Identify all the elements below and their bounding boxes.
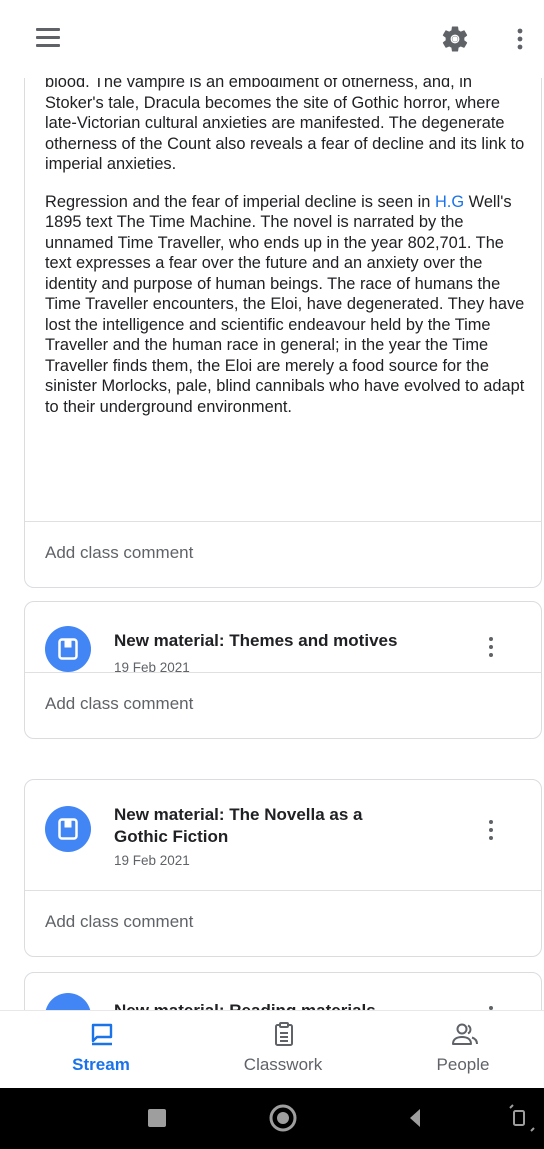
material-more-icon[interactable] — [487, 820, 495, 844]
tab-classwork-label: Classwork — [243, 1055, 323, 1074]
add-class-comment-label: Add class comment — [45, 543, 194, 562]
add-class-comment[interactable]: Add class comment — [25, 890, 541, 956]
material-card[interactable]: New material: Reading materials — [24, 972, 542, 1010]
material-more-icon[interactable] — [487, 637, 495, 661]
material-title: New material: Reading materials — [114, 1000, 454, 1010]
classwork-icon — [275, 1022, 293, 1046]
announcement-card: blood. The vampire is an embodiment of o… — [24, 0, 542, 588]
stream-icon — [91, 1023, 113, 1046]
material-card[interactable]: New material: Themes and motives 19 Feb … — [24, 601, 542, 739]
material-icon — [45, 806, 91, 852]
post-body: blood. The vampire is an embodiment of o… — [45, 72, 529, 434]
post-paragraph: blood. The vampire is an embodiment of o… — [45, 73, 525, 173]
recents-icon — [148, 1109, 166, 1127]
post-paragraph: Regression and the fear of imperial decl… — [45, 192, 529, 418]
people-icon — [452, 1023, 478, 1045]
tab-classwork[interactable]: Classwork — [208, 1011, 358, 1089]
material-title: New material: The Novella as a Gothic Fi… — [114, 805, 363, 846]
tab-people[interactable]: People — [388, 1011, 538, 1089]
more-options-icon[interactable] — [508, 26, 532, 52]
bottom-navigation: Stream Classwork People — [0, 1010, 544, 1088]
menu-icon[interactable] — [36, 28, 60, 48]
gear-icon[interactable] — [440, 24, 470, 54]
post-link[interactable]: H.G — [435, 193, 464, 211]
material-icon — [45, 993, 91, 1010]
stream-feed[interactable]: blood. The vampire is an embodiment of o… — [0, 0, 544, 1010]
tab-stream[interactable]: Stream — [26, 1011, 176, 1089]
system-navigation-bar — [0, 1088, 544, 1149]
post-text-segment: Regression and the fear of imperial decl… — [45, 192, 435, 211]
tab-people-label: People — [436, 1055, 490, 1074]
material-title: New material: Themes and motives — [114, 631, 398, 650]
tab-stream-label: Stream — [72, 1055, 130, 1074]
post-text-segment: Well's 1895 text The Time Machine. The n… — [45, 192, 525, 416]
material-date: 19 Feb 2021 — [114, 853, 190, 868]
back-icon — [410, 1109, 420, 1127]
material-icon — [45, 626, 91, 672]
top-app-bar — [0, 0, 544, 78]
add-class-comment[interactable]: Add class comment — [25, 672, 541, 738]
add-class-comment[interactable]: Add class comment — [25, 521, 541, 587]
add-class-comment-label: Add class comment — [45, 694, 194, 713]
material-card[interactable]: New material: The Novella as a Gothic Fi… — [24, 779, 542, 957]
add-class-comment-label: Add class comment — [45, 912, 194, 931]
rotate-icon — [509, 1104, 535, 1132]
